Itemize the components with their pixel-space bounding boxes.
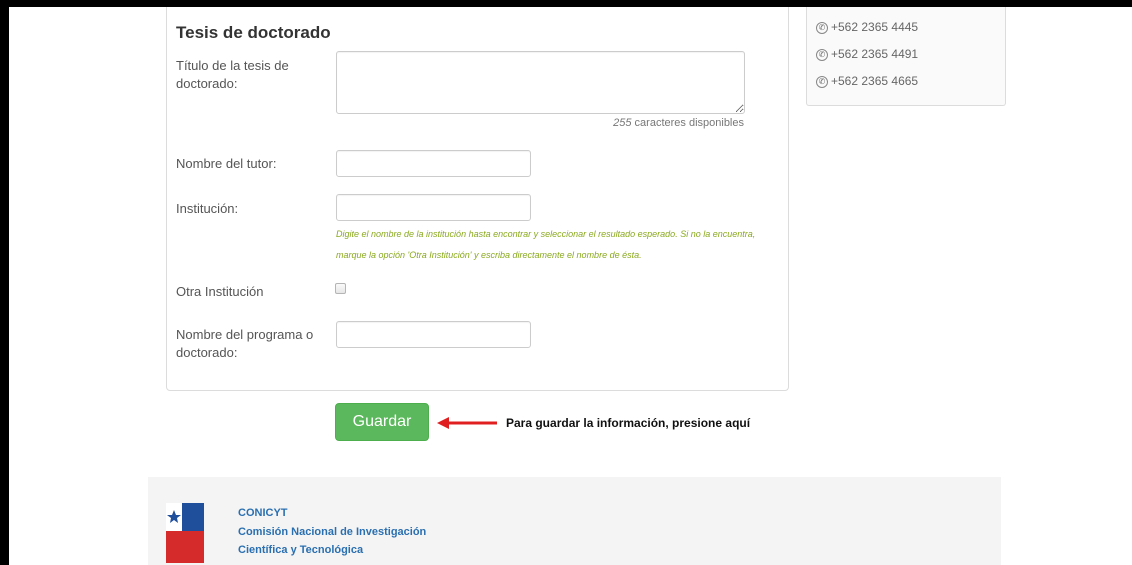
footer-org-short: CONICYT	[238, 507, 288, 519]
tutor-input[interactable]	[336, 150, 531, 177]
thesis-title-label: Título de la tesis de doctorado:	[176, 58, 289, 91]
save-button[interactable]: Guardar	[335, 403, 429, 441]
phone-icon: ✆	[816, 21, 828, 34]
tutor-label: Nombre del tutor:	[176, 156, 277, 171]
phone-number: +562 2365 4445	[831, 20, 919, 34]
phone-item: ✆ +562 2365 4665	[816, 74, 918, 88]
phone-number: +562 2365 4665	[831, 74, 919, 88]
institution-label: Institución:	[176, 201, 239, 216]
phone-icon: ✆	[816, 48, 828, 61]
thesis-title-textarea[interactable]	[336, 51, 745, 114]
phone-item: ✆ +562 2365 4445	[816, 20, 918, 34]
char-count: 255 caracteres disponibles	[560, 117, 744, 129]
char-count-number: 255	[613, 117, 632, 129]
save-annotation: Para guardar la información, presione aq…	[506, 416, 751, 430]
conicyt-logo	[166, 503, 204, 563]
other-institution-checkbox[interactable]	[335, 283, 346, 294]
window-left-border	[0, 0, 9, 565]
phone-number: +562 2365 4491	[831, 47, 919, 61]
other-institution-label: Otra Institución	[176, 284, 264, 299]
program-label: Nombre del programa o doctorado:	[176, 327, 314, 360]
char-count-text: caracteres disponibles	[634, 117, 744, 129]
phone-item: ✆ +562 2365 4491	[816, 47, 918, 61]
footer-org-line2[interactable]: Científica y Tecnológica	[238, 544, 363, 556]
institution-input[interactable]	[336, 194, 531, 221]
program-input[interactable]	[336, 321, 531, 348]
section-title: Tesis de doctorado	[176, 23, 331, 42]
institution-help-text: Digite el nombre de la institución hasta…	[336, 229, 756, 260]
footer-org-line1[interactable]: Comisión Nacional de Investigación	[238, 526, 426, 538]
phone-icon: ✆	[816, 75, 828, 88]
window-top-border	[0, 0, 1132, 7]
arrow-left-icon	[437, 417, 497, 429]
